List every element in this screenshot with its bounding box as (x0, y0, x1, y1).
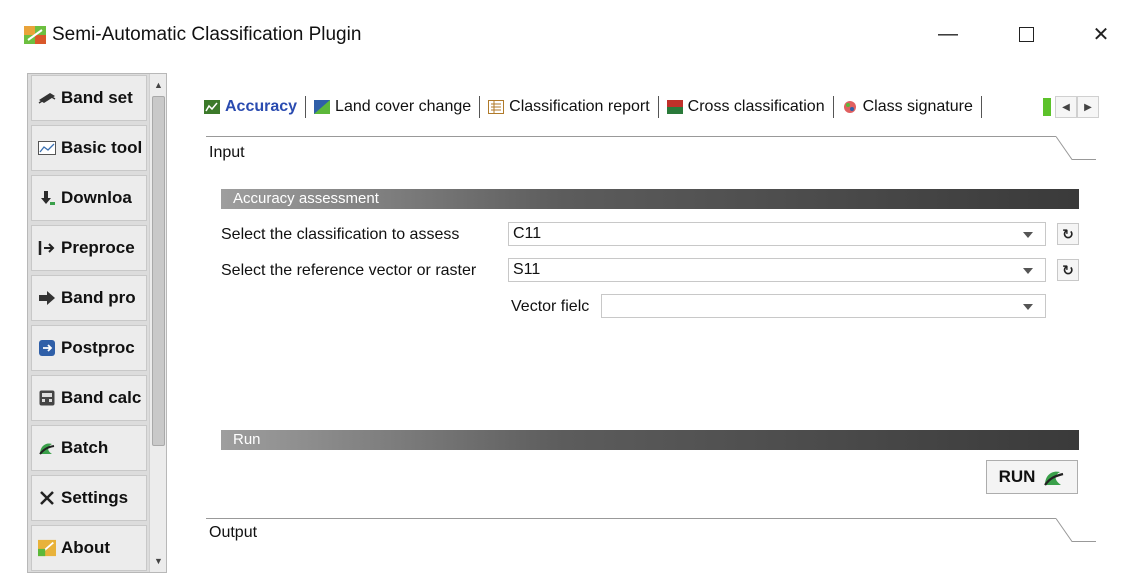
about-icon (38, 539, 56, 557)
tab-scroll-controls: ◀ ▶ (1043, 94, 1113, 120)
sidebar-item-label: Settings (61, 488, 129, 507)
accuracy-icon (204, 100, 220, 114)
chevron-down-icon (1023, 304, 1033, 310)
scrollbar-thumb[interactable] (152, 96, 165, 446)
sidebar-item-band-set[interactable]: Band set (31, 75, 147, 121)
tab-label: Land cover change (335, 98, 472, 115)
sidebar-item-label: Band calc (61, 388, 142, 407)
output-group-border (206, 518, 1056, 519)
tab-accuracy[interactable]: Accuracy (196, 94, 305, 120)
input-group-border (206, 136, 1056, 137)
tab-scroll-left-icon[interactable]: ◀ (1055, 96, 1077, 118)
sidebar-item-label: Band set (61, 88, 133, 107)
tab-classification-report[interactable]: Classification report (480, 94, 658, 120)
tab-label: Class signature (862, 98, 973, 115)
vector-field-select[interactable] (601, 294, 1046, 318)
tab-land-cover-change[interactable]: Land cover change (306, 94, 479, 120)
tab-class-signature[interactable]: Class signature (834, 94, 981, 120)
sidebar-item-about[interactable]: About (31, 525, 147, 571)
app-logo-icon (24, 26, 46, 44)
class-signature-icon (842, 100, 858, 114)
sidebar-item-label: Band pro (61, 288, 136, 307)
sidebar-item-band-processing[interactable]: Band pro (31, 275, 147, 321)
sidebar-item-basic-tools[interactable]: Basic tool (31, 125, 147, 171)
reference-value: S11 (513, 261, 541, 278)
reference-select[interactable]: S11 (508, 258, 1046, 282)
partial-tab-icon[interactable] (1043, 98, 1051, 116)
output-group-corner (1056, 518, 1096, 542)
run-button-label: RUN (998, 467, 1036, 486)
sidebar-item-preprocessing[interactable]: Preproce (31, 225, 147, 271)
refresh-icon: ↻ (1062, 261, 1074, 278)
title-bar: Semi-Automatic Classification Plugin — ✕ (0, 0, 1133, 66)
close-button[interactable]: ✕ (1078, 14, 1124, 54)
sidebar-item-settings[interactable]: Settings (31, 475, 147, 521)
chart-icon (38, 140, 56, 156)
classification-report-icon (488, 100, 505, 114)
tab-label: Accuracy (225, 98, 298, 115)
sidebar-item-batch[interactable]: Batch (31, 425, 147, 471)
sidebar-item-download[interactable]: Downloa (31, 175, 147, 221)
accuracy-assessment-header: Accuracy assessment (221, 189, 1079, 209)
tab-separator (980, 96, 982, 118)
classification-select[interactable]: C11 (508, 222, 1046, 246)
input-group-label: Input (209, 144, 245, 161)
sidebar-scrollbar[interactable]: ▲ ▼ (149, 74, 166, 572)
land-cover-change-icon (314, 100, 331, 114)
classification-value: C11 (513, 225, 542, 242)
tab-label: Cross classification (687, 98, 825, 115)
run-icon (1043, 467, 1065, 487)
tab-cross-classification[interactable]: Cross classification (659, 94, 833, 120)
sidebar-item-postprocessing[interactable]: Postproc (31, 325, 147, 371)
refresh-reference-button[interactable]: ↻ (1057, 259, 1079, 281)
calculator-icon (38, 390, 56, 406)
settings-icon (38, 490, 56, 506)
sidebar-item-label: Batch (61, 438, 109, 457)
minimize-icon: — (938, 22, 958, 45)
sidebar-item-band-calc[interactable]: Band calc (31, 375, 147, 421)
run-header: Run (221, 430, 1079, 450)
sidebar-item-label: About (61, 538, 111, 557)
scroll-down-arrow-icon[interactable]: ▼ (150, 552, 166, 570)
band-processing-icon (38, 290, 56, 306)
minimize-button[interactable]: — (925, 14, 971, 54)
vector-field-label: Vector fielc (511, 298, 590, 315)
band-set-icon (38, 90, 56, 106)
tab-scroll-right-icon[interactable]: ▶ (1077, 96, 1099, 118)
input-group-corner (1056, 136, 1096, 160)
chevron-down-icon (1023, 232, 1033, 238)
refresh-classification-button[interactable]: ↻ (1057, 223, 1079, 245)
batch-icon (38, 440, 56, 456)
run-button[interactable]: RUN (986, 460, 1078, 494)
maximize-button[interactable] (1003, 14, 1049, 54)
reference-label: Select the reference vector or raster (221, 262, 477, 279)
tab-label: Classification report (509, 98, 650, 115)
sidebar-item-label: Basic tool (61, 138, 143, 157)
sidebar-item-label: Preproce (61, 238, 135, 257)
download-icon (38, 190, 56, 206)
close-icon: ✕ (1092, 23, 1110, 46)
cross-classification-icon (666, 100, 683, 114)
output-group-label: Output (209, 524, 258, 541)
postprocessing-icon (38, 340, 56, 356)
tool-tabs: Accuracy Land cover change Classificatio… (196, 92, 1116, 122)
classification-label: Select the classification to assess (221, 226, 460, 243)
preprocessing-icon (38, 240, 56, 256)
chevron-down-icon (1023, 268, 1033, 274)
window-title: Semi-Automatic Classification Plugin (52, 24, 362, 45)
sidebar-item-label: Downloa (61, 188, 132, 207)
maximize-icon (1018, 26, 1034, 42)
scroll-up-arrow-icon[interactable]: ▲ (150, 76, 166, 94)
refresh-icon: ↻ (1062, 225, 1074, 242)
sidebar: Band set Basic tool Downloa Preproce Ban… (27, 73, 167, 573)
sidebar-item-label: Postproc (61, 338, 135, 357)
